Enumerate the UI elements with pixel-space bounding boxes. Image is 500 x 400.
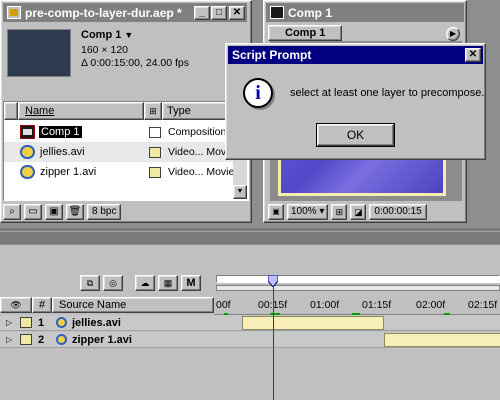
dialog-message: select at least one layer to precompose. — [290, 87, 485, 99]
label-swatch[interactable] — [149, 166, 161, 178]
comp-menu-icon[interactable]: ▶ — [446, 27, 460, 41]
grid-icon[interactable]: ⊞ — [331, 204, 348, 220]
project-info-panel: Comp 1 ▼ 160 × 120 Δ 0:00:15:00, 24.00 f… — [3, 23, 247, 97]
project-window-icon — [7, 6, 21, 19]
label-swatch[interactable] — [20, 317, 32, 328]
tick-label: 01:00f — [310, 299, 340, 311]
layer-index: 1 — [38, 316, 45, 329]
footage-icon — [56, 317, 67, 328]
tick-label: 02:15f — [468, 299, 498, 311]
timeline-switches: ⧉ ◎ ☁ ▦ M — [80, 275, 201, 291]
label-swatch[interactable] — [20, 334, 32, 345]
frame-blend-icon[interactable]: ▦ — [158, 275, 178, 291]
tick-label: 01:15f — [362, 299, 392, 311]
project-toolbar: ⌕ ▭ ▣ 🗑 8 bpc — [3, 203, 249, 221]
maximize-icon[interactable]: □ — [211, 5, 227, 20]
footage-icon — [56, 334, 67, 345]
number-column-header[interactable]: # — [32, 297, 52, 313]
comp-thumbnail — [7, 29, 71, 77]
comp-window-icon — [270, 6, 284, 19]
selected-item-name: Comp 1 ▼ — [81, 29, 134, 41]
item-type: Video... Movie — [168, 166, 235, 178]
project-title: pre-comp-to-layer-dur.aep * — [25, 5, 182, 20]
layer-name: jellies.avi — [72, 316, 121, 329]
comp-toolbar: ▣ 100% ▾ ⊞ ◪ 0:00:00:15 — [268, 203, 464, 221]
tick-label: 02:00f — [416, 299, 446, 311]
close-icon[interactable]: ✕ — [229, 5, 245, 20]
av-features-header[interactable]: 👁 — [0, 297, 32, 313]
mask-icon[interactable]: ◪ — [350, 204, 367, 220]
comment-column-icon[interactable]: ⊞ — [144, 102, 162, 120]
layer-duration-bar[interactable] — [242, 316, 384, 330]
project-window: pre-comp-to-layer-dur.aep * _ □ ✕ Comp 1… — [0, 0, 252, 223]
safe-zones-icon[interactable]: ▣ — [268, 204, 284, 220]
project-titlebar[interactable]: pre-comp-to-layer-dur.aep * _ □ ✕ — [3, 3, 247, 22]
folder-icon[interactable]: ▭ — [24, 204, 42, 220]
dialog-titlebar[interactable]: Script Prompt ✕ — [228, 46, 483, 64]
work-area-bar[interactable] — [216, 285, 500, 291]
new-comp-icon[interactable]: ▣ — [45, 204, 63, 220]
trash-icon[interactable]: 🗑 — [66, 204, 84, 220]
timeline-title-strip — [0, 228, 500, 244]
tick-label: 00f — [216, 299, 231, 311]
chevron-down-icon[interactable]: ▼ — [124, 30, 133, 40]
expand-arrow-icon[interactable]: ▷ — [6, 318, 12, 327]
current-timecode[interactable]: 0:00:00:15 — [369, 204, 427, 220]
layer-name: zipper 1.avi — [72, 333, 132, 346]
item-name: zipper 1.avi — [40, 166, 97, 178]
composition-icon — [20, 125, 35, 139]
project-item-row[interactable]: jellies.avi Video... Movie — [4, 142, 244, 162]
item-type: Composition — [168, 126, 227, 138]
bpc-button[interactable]: 8 bpc — [87, 204, 122, 220]
layer-index: 2 — [38, 333, 45, 346]
zoom-select[interactable]: 100% ▾ — [287, 204, 329, 220]
selected-item-dimensions: 160 × 120 — [81, 44, 129, 56]
comp-titlebar[interactable]: Comp 1 — [266, 3, 464, 22]
item-name: Comp 1 — [39, 126, 82, 138]
selected-item-duration: Δ 0:00:15:00, 24.00 fps — [81, 57, 190, 69]
list-header: Name ⊞ Type — [4, 102, 250, 120]
find-icon[interactable]: ⌕ — [3, 204, 21, 220]
footage-icon — [20, 165, 35, 179]
ok-button[interactable]: OK — [316, 123, 395, 147]
item-name: jellies.avi — [40, 146, 85, 158]
time-navigator[interactable] — [216, 275, 500, 283]
script-prompt-dialog: Script Prompt ✕ i select at least one la… — [225, 43, 486, 160]
dialog-close-icon[interactable]: ✕ — [465, 48, 481, 62]
label-swatch[interactable] — [149, 126, 161, 138]
layer-duration-bar[interactable] — [384, 333, 500, 347]
tab-comp-1[interactable]: Comp 1 — [268, 25, 342, 41]
source-name-header[interactable]: Source Name — [52, 297, 214, 313]
project-item-row[interactable]: zipper 1.avi Video... Movie — [4, 162, 244, 182]
mode-m-button[interactable]: M — [181, 275, 201, 291]
dialog-title: Script Prompt — [232, 48, 312, 62]
project-item-list: Name ⊞ Type Comp 1 Composition jellies.a… — [3, 101, 250, 201]
minimize-icon[interactable]: _ — [194, 5, 210, 20]
timeline-column-headers: 👁 # Source Name — [0, 297, 214, 313]
expand-arrow-icon[interactable]: ▷ — [6, 335, 12, 344]
playhead-line — [272, 287, 274, 400]
info-icon: i — [243, 78, 273, 108]
scroll-down-icon[interactable]: ▼ — [233, 185, 247, 199]
comp-title: Comp 1 — [288, 5, 333, 20]
draft-3d-icon[interactable]: ☁ — [135, 275, 155, 291]
shy-layers-icon[interactable]: ⧉ — [80, 275, 100, 291]
label-swatch[interactable] — [149, 146, 161, 158]
name-column-header[interactable]: Name — [18, 102, 144, 120]
label-column-header[interactable] — [4, 102, 18, 120]
project-item-row[interactable]: Comp 1 Composition — [4, 122, 244, 142]
motion-blur-icon[interactable]: ◎ — [103, 275, 123, 291]
footage-icon — [20, 145, 35, 159]
timeline-window: ⧉ ◎ ☁ ▦ M 👁 # Source Name 00f 00:15f 01:… — [0, 245, 500, 400]
current-time-indicator[interactable] — [267, 274, 279, 288]
